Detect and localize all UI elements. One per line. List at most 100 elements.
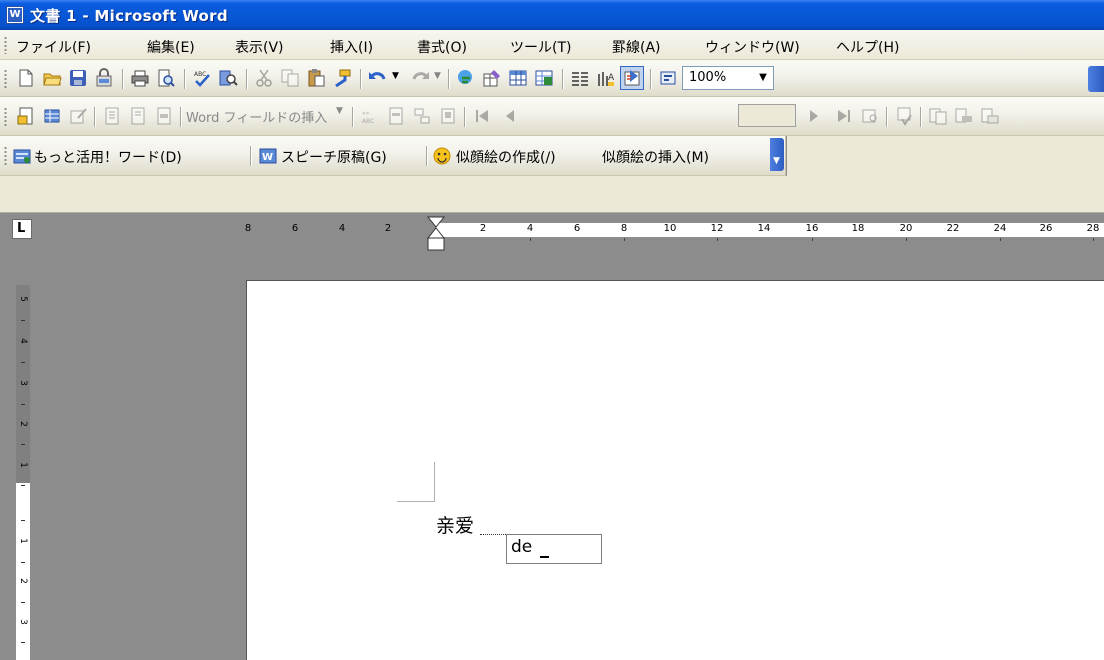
text-boundary-mark [434,462,435,502]
redo-button[interactable]: ▼ [408,66,444,90]
word-tips-icon-button[interactable] [12,144,34,168]
hyperlink-button[interactable] [454,66,478,90]
print-icon [131,70,149,87]
speech-draft-button[interactable]: スピーチ原稿(G) [281,147,387,167]
vertical-ruler-text-area [16,483,30,660]
copy-button[interactable] [278,66,302,90]
show-formatting-button[interactable] [656,66,680,90]
save-icon [70,70,86,86]
cut-button[interactable] [252,66,276,90]
menu-bar: ファイル(F) 編集(E) 表示(V) 挿入(I) 書式(O) ツール(T) 罫… [0,30,1104,60]
smiley-icon-button[interactable] [432,144,454,168]
vruler-number: 1 [18,538,28,544]
ruler-number: 8 [244,223,252,234]
merge-to-email-button[interactable] [978,104,1002,128]
vruler-number: 4 [18,338,28,344]
find-entry-button[interactable] [858,104,882,128]
toolbar-grip[interactable] [4,69,7,89]
print-preview-icon [158,69,175,87]
title-bar[interactable]: W 文書 1 - Microsoft Word [0,0,1104,30]
open-button[interactable] [40,66,64,90]
ime-composition-window[interactable]: de [506,534,602,564]
print-button[interactable] [128,66,152,90]
previous-record-button[interactable] [498,104,522,128]
menu-edit[interactable]: 編集(E) [147,37,195,57]
insert-merge-fields-icon [157,107,171,125]
redo-dropdown-arrow-icon[interactable]: ▼ [434,71,441,81]
menu-tools[interactable]: ツール(T) [510,37,571,57]
permission-button[interactable] [92,66,116,90]
propagate-labels-button[interactable] [436,104,460,128]
insert-portrait-button[interactable]: 似顔絵の挿入(M) [602,147,709,167]
first-record-button[interactable] [470,104,494,128]
next-record-button[interactable] [802,104,826,128]
word-tips-button[interactable]: もっと活用！ワード(D) [34,147,182,167]
main-document-setup-button[interactable] [14,104,38,128]
menu-window[interactable]: ウィンドウ(W) [705,37,800,57]
speech-draft-icon-button[interactable]: W [258,144,280,168]
last-record-button[interactable] [832,104,856,128]
print-preview-button[interactable] [154,66,178,90]
ruler-number: 2 [479,223,487,234]
mail-merge-recipients-button[interactable] [66,104,90,128]
view-merged-data-icon: «»ABC [362,110,374,125]
menu-help[interactable]: ヘルプ(H) [836,37,899,57]
document-map-button[interactable] [620,66,644,90]
toolbar-grip[interactable] [4,36,7,54]
tables-borders-button[interactable] [480,66,504,90]
check-errors-button[interactable] [892,104,916,128]
insert-merge-fields-button[interactable] [152,104,176,128]
word-app-icon[interactable]: W [6,6,24,24]
svg-text:«»: «» [362,110,370,117]
chevron-down-icon[interactable]: ▼ [755,69,771,87]
toolbar-grip[interactable] [4,107,7,127]
menu-file[interactable]: ファイル(F) [16,37,91,57]
columns-button[interactable] [568,66,592,90]
tab-selector-button[interactable]: L [12,219,32,239]
paste-button[interactable] [304,66,328,90]
toolbar-overflow-button[interactable] [1088,66,1104,92]
record-number-input[interactable] [738,104,796,127]
insert-excel-button[interactable] [532,66,556,90]
highlight-merge-fields-button[interactable] [384,104,408,128]
new-document-button[interactable] [14,66,38,90]
indent-marker-icon[interactable] [426,216,446,254]
match-fields-icon [414,108,430,124]
svg-text:A: A [608,73,615,83]
toolbar-options-button[interactable]: ▼ [770,138,784,171]
toolbar-separator [250,146,252,166]
undo-button[interactable]: ▼ [366,66,404,90]
insert-address-block-button[interactable] [100,104,124,128]
ruler-tick [906,238,907,241]
menu-insert[interactable]: 挿入(I) [330,37,373,57]
match-fields-button[interactable] [410,104,434,128]
spelling-icon: ABC [194,71,210,87]
toolbar-grip[interactable] [4,146,7,166]
toolbar-separator [650,69,652,89]
spelling-button[interactable]: ABC [190,66,214,90]
document-page[interactable] [246,280,1104,660]
save-button[interactable] [66,66,90,90]
merge-to-new-document-button[interactable] [926,104,950,128]
menu-table[interactable]: 罫線(A) [612,37,661,57]
insert-word-field-dropdown[interactable]: Word フィールドの挿入 [186,107,327,126]
open-data-source-button[interactable] [40,104,64,128]
menu-view[interactable]: 表示(V) [235,37,284,57]
research-button[interactable] [216,66,240,90]
chevron-down-icon[interactable]: ▼ [336,106,343,116]
insert-table-button[interactable] [506,66,530,90]
insert-greeting-line-button[interactable] [126,104,150,128]
view-merged-data-button[interactable]: «» ABC [358,104,382,128]
undo-dropdown-arrow-icon[interactable]: ▼ [392,71,399,81]
document-text[interactable]: 亲爱 [436,511,474,538]
toolbar-separator [94,107,96,127]
drawing-button[interactable]: A [594,66,618,90]
vruler-number: 3 [18,619,28,625]
merge-to-printer-button[interactable] [952,104,976,128]
svg-text:ABC: ABC [194,71,206,78]
horizontal-ruler[interactable]: L 8 6 4 2 2 4 6 8 10 12 14 16 18 20 22 2… [0,213,1104,255]
format-painter-button[interactable] [330,66,354,90]
zoom-select[interactable]: 100% ▼ [682,66,774,90]
menu-format[interactable]: 書式(O) [417,37,467,57]
create-portrait-button[interactable]: 似顔絵の作成(/) [456,147,556,167]
